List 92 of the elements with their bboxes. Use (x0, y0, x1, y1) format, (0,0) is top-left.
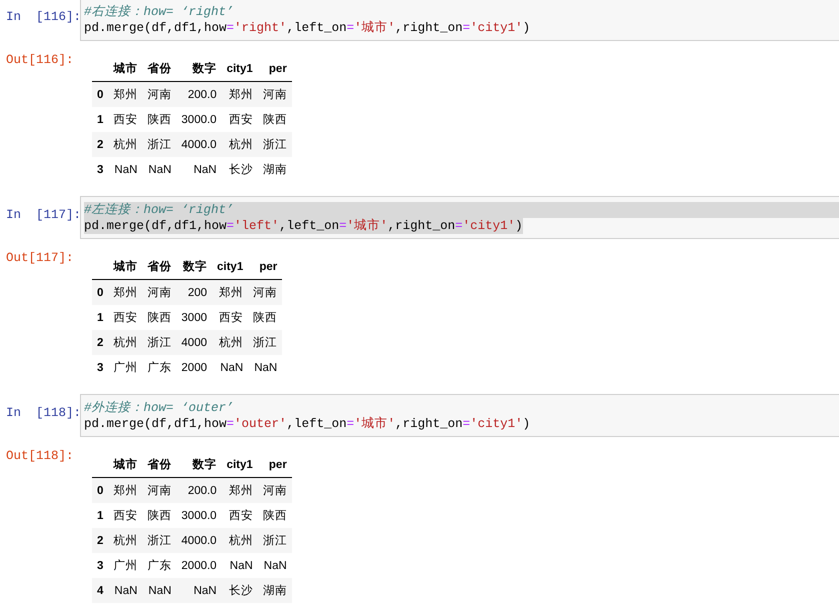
table-cell: 西安 (108, 305, 142, 330)
row-index: 0 (92, 82, 108, 107)
table-cell: 杭州 (108, 330, 142, 355)
row-index: 1 (92, 305, 108, 330)
table-cell: 陕西 (142, 107, 176, 132)
code-input[interactable]: #右连接：how= ‘right’ pd.merge(df,df1,how='right',left_on='城市',right_on='city1') (80, 0, 839, 41)
table-cell: NaN (108, 157, 142, 182)
row-index: 0 (92, 478, 108, 503)
table-cell: 郑州 (222, 82, 258, 107)
table-cell: 杭州 (222, 528, 258, 553)
table-cell: NaN (108, 578, 142, 603)
table-cell: 陕西 (258, 503, 292, 528)
table-cell: 200.0 (176, 82, 222, 107)
row-index: 3 (92, 355, 108, 380)
table-cell: 陕西 (248, 305, 282, 330)
table-cell: 浙江 (142, 528, 176, 553)
code-comment: #外连接：how= ‘outer’ (84, 400, 235, 416)
table-cell: 杭州 (108, 132, 142, 157)
table-cell: NaN (176, 578, 222, 603)
table-cell: 杭州 (212, 330, 248, 355)
table-cell: NaN (142, 157, 176, 182)
table-cell: 西安 (108, 107, 142, 132)
code-line: pd.merge(df,df1,how='outer',left_on='城市',right_on='city1') (84, 416, 530, 432)
table-cell: 杭州 (108, 528, 142, 553)
table-cell: 广东 (142, 355, 176, 380)
table-cell: 2000.0 (176, 553, 222, 578)
table-cell: 陕西 (142, 305, 176, 330)
row-index: 0 (92, 280, 108, 305)
table-cell: 4000.0 (176, 132, 222, 157)
table-cell: 湖南 (258, 578, 292, 603)
row-index: 1 (92, 107, 108, 132)
row-index: 2 (92, 528, 108, 553)
table-cell: 郑州 (222, 478, 258, 503)
table-cell: 3000 (176, 305, 212, 330)
table-cell: 200 (176, 280, 212, 305)
table-cell: 河南 (142, 280, 176, 305)
table-cell: 浙江 (258, 132, 292, 157)
row-index: 1 (92, 503, 108, 528)
table-cell: 郑州 (108, 478, 142, 503)
table-cell: 西安 (212, 305, 248, 330)
row-index: 2 (92, 330, 108, 355)
row-index: 3 (92, 553, 108, 578)
table-cell: 河南 (142, 82, 176, 107)
code-comment: #左连接：how= ‘right’ (84, 202, 839, 218)
output-prompt: Out[118]: (5, 448, 75, 463)
table-cell: 浙江 (258, 528, 292, 553)
code-input[interactable]: #外连接：how= ‘outer’ pd.merge(df,df1,how='outer',left_on='城市',right_on='city1') (80, 394, 839, 437)
table-cell: 浙江 (142, 132, 176, 157)
table-cell: NaN (258, 553, 292, 578)
code-line: pd.merge(df,df1,how='right',left_on='城市',right_on='city1') (84, 20, 530, 36)
table-cell: 浙江 (142, 330, 176, 355)
table-cell: 郑州 (108, 82, 142, 107)
table-cell: 河南 (142, 478, 176, 503)
output-prompt: Out[116]: (5, 52, 75, 67)
code-input[interactable]: #左连接：how= ‘right’ pd.merge(df,df1,how='left',left_on='城市',right_on='city1') (80, 196, 839, 239)
table-cell: 长沙 (222, 578, 258, 603)
table-cell: 郑州 (212, 280, 248, 305)
table-cell: 长沙 (222, 157, 258, 182)
table-cell: 陕西 (258, 107, 292, 132)
table-cell: 河南 (248, 280, 282, 305)
row-index: 4 (92, 578, 108, 603)
input-prompt: In [118]: (5, 405, 80, 420)
row-index: 3 (92, 157, 108, 182)
input-prompt: In [117]: (5, 207, 80, 222)
table-cell: 2000 (176, 355, 212, 380)
table-cell: 西安 (222, 503, 258, 528)
table-cell: 郑州 (108, 280, 142, 305)
table-cell: 河南 (258, 82, 292, 107)
table-cell: 河南 (258, 478, 292, 503)
table-cell: NaN (248, 355, 282, 380)
table-cell: NaN (212, 355, 248, 380)
table-cell: 广州 (108, 553, 142, 578)
input-prompt: In [116]: (5, 9, 80, 24)
table-cell: 4000 (176, 330, 212, 355)
table-cell: 3000.0 (176, 503, 222, 528)
row-index: 2 (92, 132, 108, 157)
table-cell: 200.0 (176, 478, 222, 503)
table-cell: 4000.0 (176, 528, 222, 553)
table-cell: 3000.0 (176, 107, 222, 132)
table-cell: 广东 (142, 553, 176, 578)
table-cell: 陕西 (142, 503, 176, 528)
output-prompt: Out[117]: (5, 250, 75, 265)
table-cell: NaN (142, 578, 176, 603)
table-cell: 浙江 (248, 330, 282, 355)
table-cell: 杭州 (222, 132, 258, 157)
table-cell: NaN (176, 157, 222, 182)
code-comment: #右连接：how= ‘right’ (84, 4, 235, 20)
table-cell: 广州 (108, 355, 142, 380)
table-cell: 西安 (222, 107, 258, 132)
table-cell: NaN (222, 553, 258, 578)
table-cell: 湖南 (258, 157, 292, 182)
table-cell: 西安 (108, 503, 142, 528)
